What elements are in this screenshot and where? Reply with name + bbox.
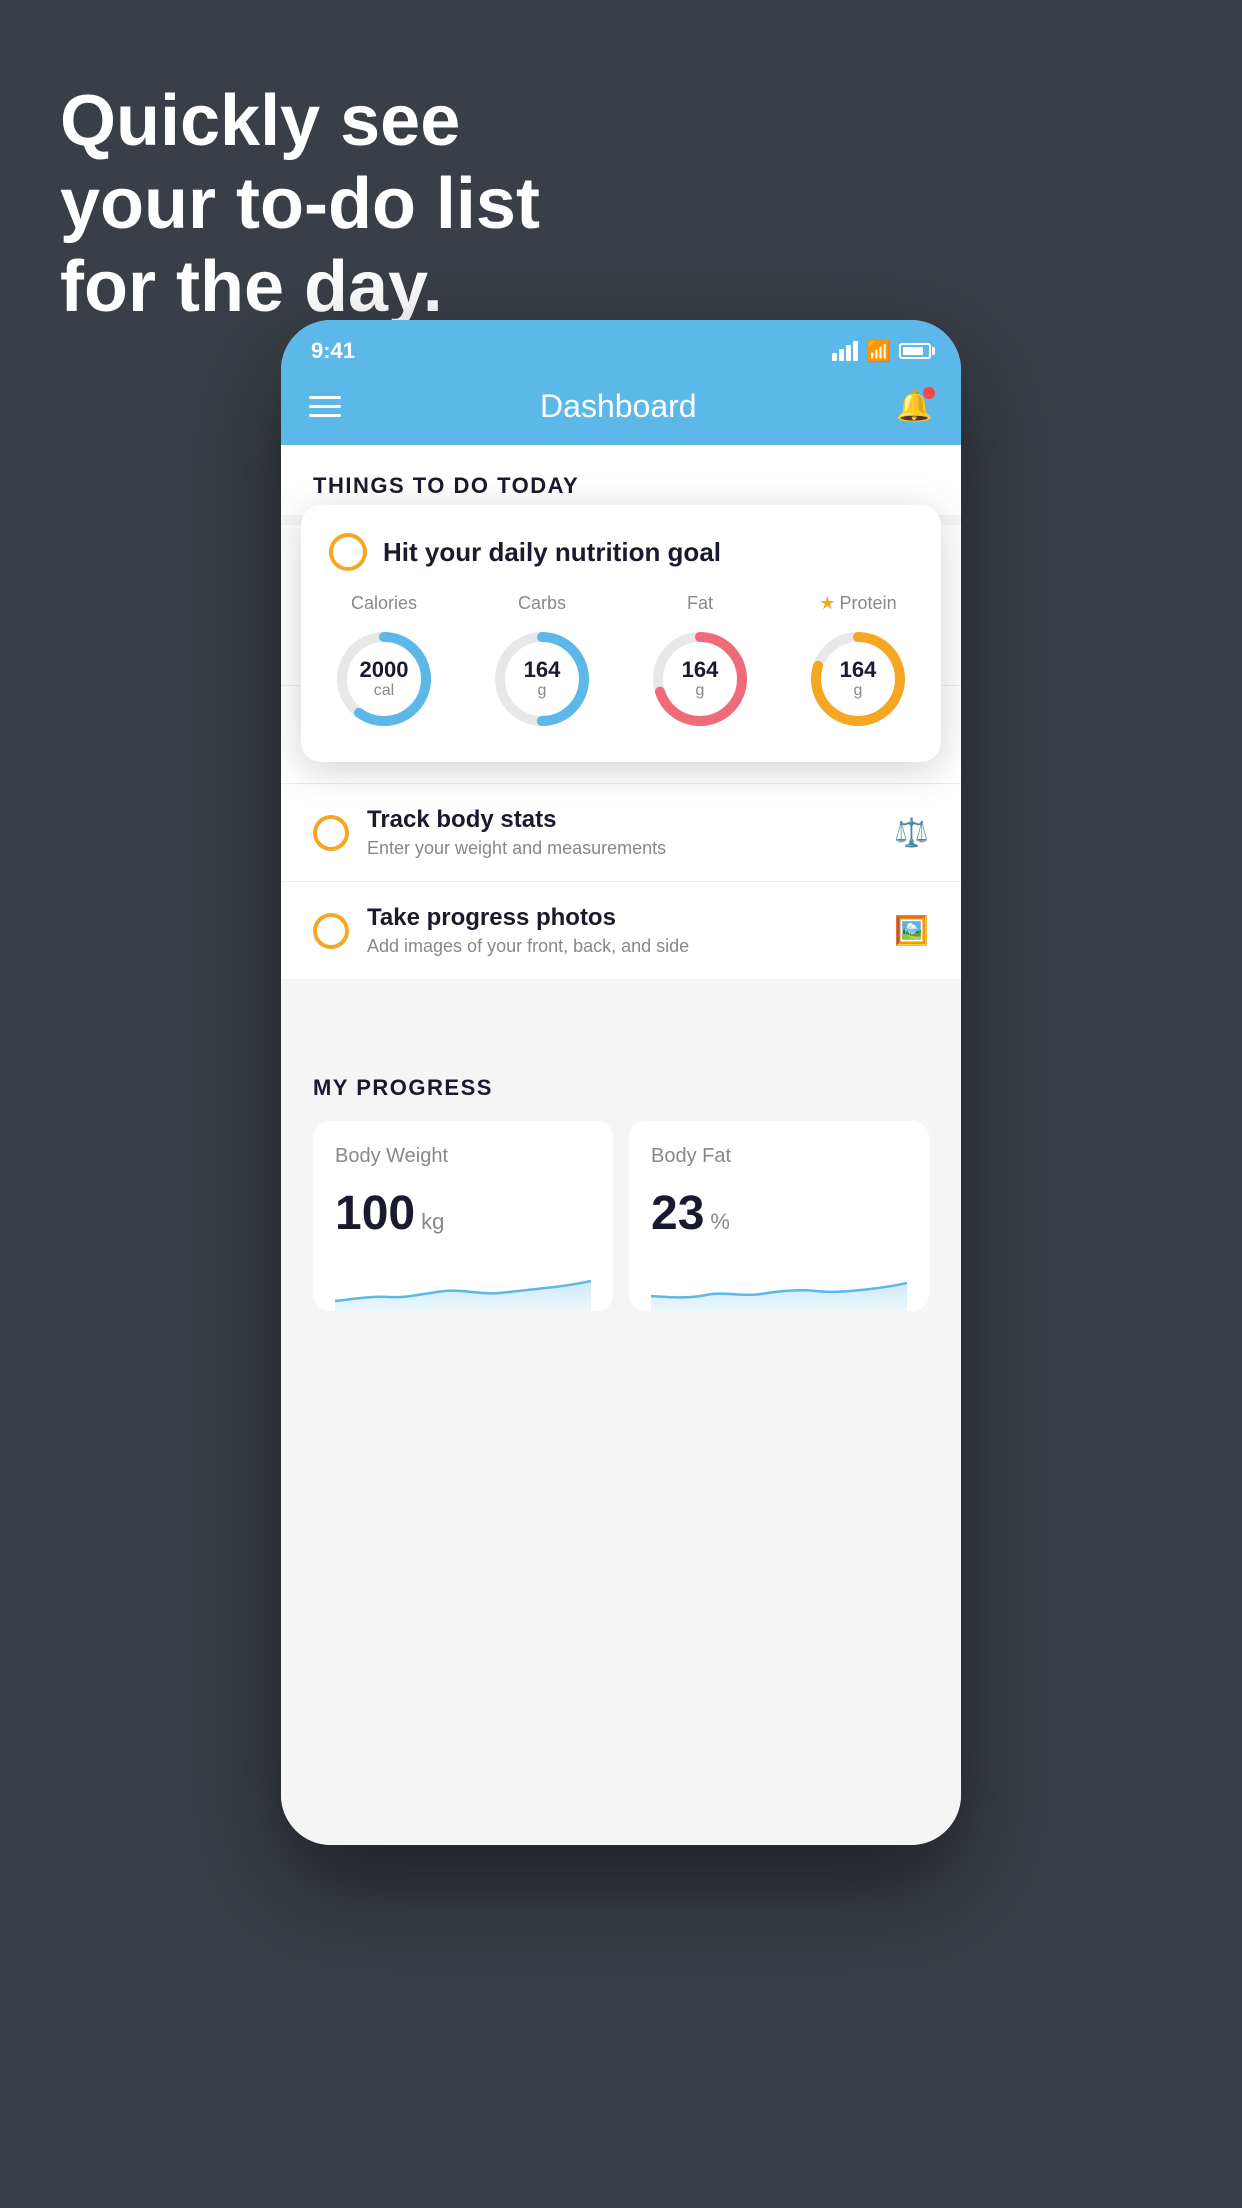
body-fat-chart: [651, 1261, 907, 1311]
battery-icon: [899, 343, 931, 359]
fat-stat: Fat 164 g: [645, 593, 755, 734]
body-stats-title: Track body stats: [367, 806, 876, 834]
fat-donut: 164 g: [645, 624, 755, 734]
progress-cards: Body Weight 100 kg: [313, 1121, 929, 1311]
star-icon: ★: [819, 593, 835, 614]
body-weight-value: 100: [335, 1186, 415, 1241]
calories-donut: 2000 cal: [329, 624, 439, 734]
body-fat-unit: %: [710, 1209, 730, 1235]
card-checkbox[interactable]: [329, 533, 367, 571]
carbs-donut: 164 g: [487, 624, 597, 734]
circle-yellow-icon-2: [313, 913, 349, 949]
status-time: 9:41: [311, 338, 355, 364]
fat-label: Fat: [687, 593, 713, 614]
photos-text: Take progress photos Add images of your …: [367, 904, 876, 957]
wifi-icon: 📶: [866, 339, 891, 364]
body-weight-title: Body Weight: [335, 1145, 591, 1168]
calories-label: Calories: [351, 593, 417, 614]
body-weight-chart: [335, 1261, 591, 1311]
calories-stat: Calories 2000 cal: [329, 593, 439, 734]
photos-title: Take progress photos: [367, 904, 876, 932]
progress-header: MY PROGRESS: [313, 1075, 929, 1101]
progress-section: MY PROGRESS Body Weight 100 kg: [281, 1039, 961, 1347]
body-stats-checkbox[interactable]: [313, 815, 349, 851]
todo-item-photos[interactable]: Take progress photos Add images of your …: [281, 881, 961, 979]
carbs-stat: Carbs 164 g: [487, 593, 597, 734]
content-area: THINGS TO DO TODAY Hit your daily nutrit…: [281, 445, 961, 1845]
card-title: Hit your daily nutrition goal: [383, 537, 721, 568]
hero-text: Quickly see your to-do list for the day.: [60, 80, 540, 328]
menu-button[interactable]: [309, 396, 341, 417]
body-fat-card[interactable]: Body Fat 23 %: [629, 1121, 929, 1311]
card-title-row: Hit your daily nutrition goal: [329, 533, 913, 571]
carbs-label: Carbs: [518, 593, 566, 614]
protein-label-row: ★ Protein: [819, 593, 896, 614]
hero-line2: your to-do list: [60, 163, 540, 246]
circle-yellow-icon: [313, 815, 349, 851]
nutrition-stats: Calories 2000 cal: [329, 593, 913, 734]
body-weight-card[interactable]: Body Weight 100 kg: [313, 1121, 613, 1311]
signal-icon: [832, 341, 858, 361]
photos-action-icon: 🖼️: [894, 914, 929, 947]
body-weight-value-row: 100 kg: [335, 1186, 591, 1241]
status-icons: 📶: [832, 339, 931, 364]
protein-label: Protein: [840, 593, 897, 614]
status-bar: 9:41 📶: [281, 320, 961, 374]
nav-bar: Dashboard 🔔: [281, 374, 961, 445]
body-stats-text: Track body stats Enter your weight and m…: [367, 806, 876, 859]
body-fat-title: Body Fat: [651, 1145, 907, 1168]
body-fat-value-row: 23 %: [651, 1186, 907, 1241]
photos-checkbox[interactable]: [313, 913, 349, 949]
protein-donut: 164 g: [803, 624, 913, 734]
notification-badge: [923, 387, 935, 399]
protein-stat: ★ Protein 164 g: [803, 593, 913, 734]
body-stats-action-icon: ⚖️: [894, 816, 929, 849]
body-weight-unit: kg: [421, 1209, 444, 1235]
photos-subtitle: Add images of your front, back, and side: [367, 936, 876, 957]
hero-line1: Quickly see: [60, 80, 540, 163]
body-stats-subtitle: Enter your weight and measurements: [367, 838, 876, 859]
hero-line3: for the day.: [60, 246, 540, 329]
nutrition-card: Hit your daily nutrition goal Calories: [301, 505, 941, 762]
nav-title: Dashboard: [540, 388, 697, 425]
todo-item-body-stats[interactable]: Track body stats Enter your weight and m…: [281, 783, 961, 881]
notification-button[interactable]: 🔔: [896, 389, 933, 424]
phone-mockup: 9:41 📶 Dashboard 🔔 THINGS TO DO TOD: [281, 320, 961, 1845]
body-fat-value: 23: [651, 1186, 704, 1241]
